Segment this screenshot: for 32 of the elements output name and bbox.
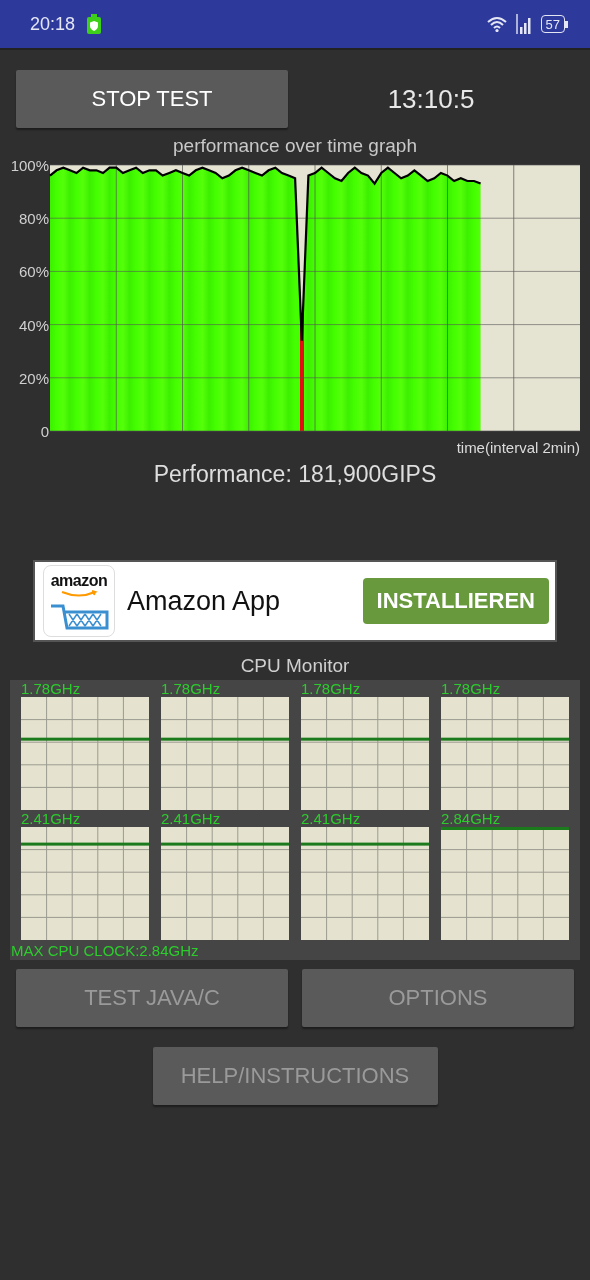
elapsed-timer: 13:10:5 xyxy=(386,83,476,115)
performance-score: Performance: 181,900GIPS xyxy=(152,461,438,488)
chart-title: performance over time graph xyxy=(172,135,418,157)
axis-tick-label: 0 xyxy=(40,423,49,439)
axis-tick-label: 20% xyxy=(18,369,49,387)
core-frequency: 2.41GHz xyxy=(21,810,82,827)
core-frequency: 1.78GHz xyxy=(161,680,222,697)
core-frequency: 1.78GHz xyxy=(21,680,82,697)
section-title: CPU Monitor xyxy=(239,654,351,678)
ad-banner[interactable]: amazon Amazon App INSTALLIEREN xyxy=(33,560,557,642)
core-frequency: 1.78GHz xyxy=(441,680,502,697)
clock: 20:18 xyxy=(30,13,76,35)
axis-tick-label: 100% xyxy=(10,157,49,174)
smile-arrow-icon xyxy=(59,590,99,598)
logo-text: amazon xyxy=(50,572,108,590)
install-button[interactable]: INSTALLIEREN xyxy=(362,578,549,624)
shield-icon xyxy=(87,14,102,34)
stop-test-button[interactable]: STOP TEST xyxy=(16,70,288,128)
core-frequency: 1.78GHz xyxy=(301,680,362,697)
ad-title: Amazon App xyxy=(127,585,282,617)
core-frequency: 2.41GHz xyxy=(161,810,222,827)
cart-icon xyxy=(49,602,109,630)
battery-tip-icon xyxy=(565,20,568,28)
wifi-icon xyxy=(486,16,507,32)
axis-label: time(interval 2min) xyxy=(456,439,580,457)
core-frequency: 2.84GHz xyxy=(441,810,502,827)
axis-tick-label: 60% xyxy=(18,263,49,281)
axis-tick-label: 40% xyxy=(18,316,49,334)
signal-icon xyxy=(514,14,533,34)
core-frequency: 2.41GHz xyxy=(301,810,362,827)
max-cpu-clock: MAX CPU CLOCK:2.84GHz xyxy=(10,942,200,959)
axis-tick-label: 80% xyxy=(18,210,49,228)
